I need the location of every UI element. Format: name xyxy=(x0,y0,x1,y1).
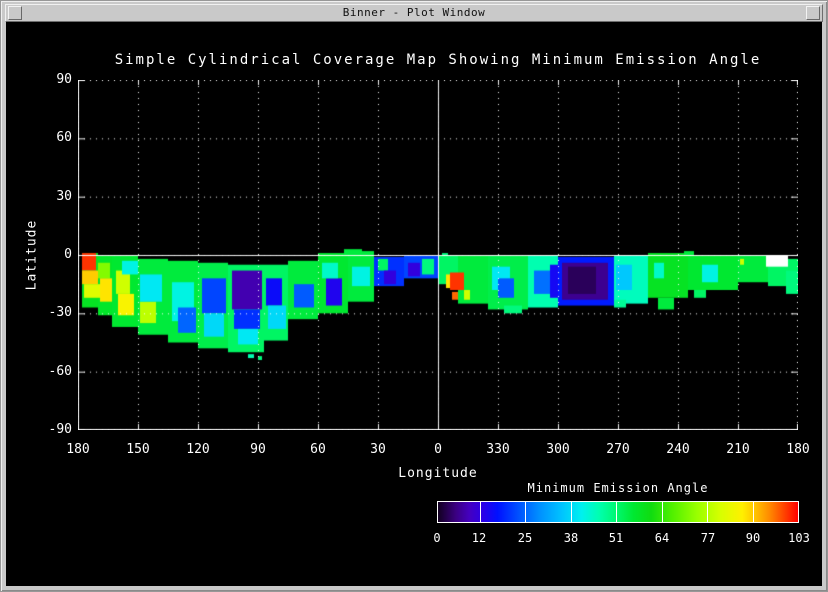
x-tick-label: 120 xyxy=(174,442,222,458)
colorbar-tick-label: 38 xyxy=(564,531,578,546)
colorbar-tick-label: 103 xyxy=(788,531,810,546)
colorbar-tick xyxy=(480,502,481,522)
colorbar-tick xyxy=(662,502,663,522)
coverage-map-canvas xyxy=(78,80,798,430)
colorbar-tick-label: 51 xyxy=(609,531,623,546)
x-tick-label: 270 xyxy=(594,442,642,458)
colorbar-tick xyxy=(616,502,617,522)
chart-title: Simple Cylindrical Coverage Map Showing … xyxy=(78,52,798,68)
x-tick-label: 90 xyxy=(234,442,282,458)
x-tick-label: 30 xyxy=(354,442,402,458)
colorbar-tick xyxy=(707,502,708,522)
y-tick-label: 30 xyxy=(24,189,72,205)
x-tick-label: 150 xyxy=(114,442,162,458)
x-tick-label: 0 xyxy=(414,442,462,458)
plot-content: Simple Cylindrical Coverage Map Showing … xyxy=(6,22,822,586)
colorbar-tick-label: 64 xyxy=(655,531,669,546)
colorbar-tick-label: 77 xyxy=(701,531,715,546)
colorbar-tick-label: 0 xyxy=(433,531,440,546)
y-tick-label: -30 xyxy=(24,305,72,321)
x-tick-label: 180 xyxy=(54,442,102,458)
x-axis-title: Longitude xyxy=(78,466,798,481)
colorbar-tick xyxy=(571,502,572,522)
colorbar-tick-label: 12 xyxy=(472,531,486,546)
y-tick-label: -60 xyxy=(24,364,72,380)
colorbar xyxy=(437,501,799,523)
colorbar-gradient xyxy=(438,502,798,522)
window-menu-button[interactable] xyxy=(8,6,22,20)
window-title: Binner - Plot Window xyxy=(26,6,802,20)
window-resize-button[interactable] xyxy=(806,6,820,20)
x-tick-label: 210 xyxy=(714,442,762,458)
binner-plot-window: Binner - Plot Window Simple Cylindrical … xyxy=(0,0,828,592)
x-tick-label: 240 xyxy=(654,442,702,458)
colorbar-tick xyxy=(753,502,754,522)
plot-box xyxy=(78,80,798,430)
x-tick-label: 180 xyxy=(774,442,822,458)
x-tick-label: 300 xyxy=(534,442,582,458)
x-tick-label: 330 xyxy=(474,442,522,458)
colorbar-tick-label: 25 xyxy=(518,531,532,546)
colorbar-tick-label: 90 xyxy=(746,531,760,546)
y-tick-label: 0 xyxy=(24,247,72,263)
colorbar-tick xyxy=(525,502,526,522)
y-tick-label: 90 xyxy=(24,72,72,88)
y-tick-label: -90 xyxy=(24,422,72,438)
title-bar[interactable]: Binner - Plot Window xyxy=(5,4,823,22)
x-tick-label: 60 xyxy=(294,442,342,458)
colorbar-title: Minimum Emission Angle xyxy=(437,481,799,495)
y-tick-label: 60 xyxy=(24,130,72,146)
